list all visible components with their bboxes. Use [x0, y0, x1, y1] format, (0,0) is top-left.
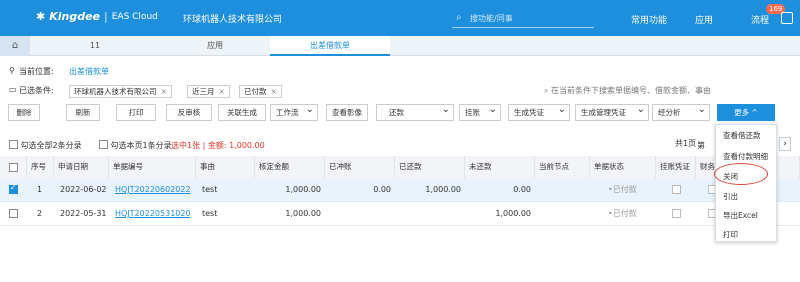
- cell-status: •已付款: [608, 209, 637, 218]
- tab-apps[interactable]: 应用: [170, 36, 260, 56]
- cell-date: 2022-06-02: [60, 185, 107, 194]
- col-no: 序号: [27, 156, 54, 178]
- checkbox[interactable]: [99, 140, 108, 149]
- next-page-button[interactable]: ›: [779, 137, 791, 151]
- col-node: 当前节点: [535, 156, 590, 178]
- close-icon[interactable]: ×: [219, 87, 225, 96]
- tab-count[interactable]: 11: [60, 36, 130, 56]
- filter-chip-status[interactable]: 已付款 ×: [239, 85, 282, 98]
- location-label: 当前位置:: [19, 67, 54, 76]
- cell-offset: [325, 202, 395, 226]
- menu-item-export-excel[interactable]: 导出Excel: [723, 210, 758, 221]
- related-generate-button[interactable]: 关联生成: [218, 104, 266, 121]
- global-search-input[interactable]: ⌕ 搜功能/同事: [452, 8, 594, 28]
- close-icon[interactable]: ×: [161, 87, 167, 96]
- filter-row: ▭ 已选条件: 环球机器人技术有限公司 × 近三月 × 已付款 × ⌕ 在当前条件下搜…: [0, 85, 800, 99]
- menu-icon[interactable]: [781, 12, 793, 24]
- menu-item-view-repayment[interactable]: 查看借还款: [723, 130, 761, 141]
- search-icon: ⌕: [544, 86, 549, 95]
- col-number: 单据编号: [109, 156, 196, 178]
- delete-button[interactable]: 删除: [8, 104, 40, 121]
- cell-no: 1: [37, 185, 43, 194]
- filter-label: 已选条件:: [19, 86, 54, 95]
- col-status: 单据状态: [590, 156, 656, 178]
- search-icon: ⌕: [456, 12, 462, 23]
- col-hold-voucher: 挂账凭证: [656, 156, 696, 178]
- tab-bar: ⌂ 11 应用 出差借款单: [0, 36, 800, 56]
- col-date: 申请日期: [54, 156, 109, 178]
- cell-number-link[interactable]: HQJT20220602022: [111, 178, 191, 202]
- generate-voucher-dropdown[interactable]: 生成凭证: [508, 102, 570, 121]
- selected-summary: 选中1张 | 金额: 1,000.00: [171, 141, 265, 150]
- checkbox[interactable]: [9, 140, 18, 149]
- view-image-button[interactable]: 查看影像: [326, 104, 368, 121]
- cell-amount: 1,000.00: [285, 209, 321, 218]
- hold-voucher-checkbox[interactable]: [672, 209, 681, 218]
- cell-unpaid: 1,000.00: [495, 209, 531, 218]
- menu-item-export[interactable]: 引出: [723, 191, 738, 202]
- tab-travel-loan[interactable]: 出差借款单: [270, 36, 390, 56]
- table-row[interactable]: 2 2022-05-31 HQJT20220531020 test 1,000.…: [0, 202, 800, 226]
- close-icon[interactable]: ×: [271, 87, 277, 96]
- repay-dropdown[interactable]: 还款: [376, 102, 454, 121]
- select-all-checkbox-row[interactable]: 勾选全部2条分录: [9, 140, 82, 151]
- row-checkbox[interactable]: [9, 209, 18, 218]
- checkbox[interactable]: [9, 163, 18, 172]
- location-link[interactable]: 出差借款单: [69, 66, 109, 77]
- header-checkbox-cell: [0, 156, 27, 178]
- home-icon[interactable]: ⌂: [0, 36, 30, 56]
- select-page-checkbox-row[interactable]: 勾选本页1条分录: [99, 140, 172, 151]
- hold-voucher-checkbox[interactable]: [672, 185, 681, 194]
- cell-status: •已付款: [608, 185, 637, 194]
- pager-text: 共1页: [675, 139, 697, 148]
- company-name[interactable]: 环球机器人技术有限公司: [183, 12, 282, 25]
- filter-chip-period[interactable]: 近三月 ×: [187, 85, 230, 98]
- filter-chip-company[interactable]: 环球机器人技术有限公司 ×: [69, 85, 172, 98]
- workflow-dropdown[interactable]: 工作流: [270, 102, 318, 121]
- col-offset: 已冲账: [325, 156, 395, 178]
- highlight-annotation: [714, 163, 768, 185]
- unaudit-button[interactable]: 反审核: [166, 104, 212, 121]
- cell-amount: 1,000.00: [285, 185, 321, 194]
- cell-repaid: [395, 202, 465, 226]
- row-checkbox[interactable]: [9, 183, 18, 194]
- refresh-button[interactable]: 刷新: [66, 104, 100, 121]
- data-table: 序号 申请日期 单据编号 事由 核定金额 已冲账 已还款 未还款 当前节点 单据…: [0, 156, 800, 236]
- location-icon: ⚲: [9, 66, 15, 75]
- nav-workflow[interactable]: 流程: [751, 13, 769, 26]
- menu-item-view-payment-detail[interactable]: 查看付款明细: [723, 151, 768, 162]
- menu-item-print[interactable]: 打印: [723, 229, 738, 240]
- cell-offset: 0.00: [373, 185, 391, 194]
- chevron-up-icon: ^: [751, 108, 758, 117]
- hold-dropdown[interactable]: 挂账: [459, 102, 501, 121]
- product-name: EAS Cloud: [111, 11, 158, 22]
- cell-reason: test: [202, 185, 218, 194]
- print-button[interactable]: 打印: [116, 104, 156, 121]
- filter-icon: ▭: [9, 85, 17, 94]
- col-unpaid: 未还款: [465, 156, 535, 178]
- col-amount: 核定金额: [255, 156, 325, 178]
- brand-name: Kingdee: [49, 10, 101, 23]
- cell-reason: test: [202, 209, 218, 218]
- cell-unpaid: 0.00: [513, 185, 531, 194]
- pager-prefix: 第: [697, 141, 705, 150]
- cell-date: 2022-05-31: [60, 209, 107, 218]
- cell-number-link[interactable]: HQJT20220531020: [111, 202, 191, 226]
- top-bar: ✱ Kingdee | EAS Cloud 环球机器人技术有限公司 ⌕ 搜功能/…: [0, 0, 800, 36]
- kingdee-logo[interactable]: ✱ Kingdee | EAS Cloud: [36, 10, 158, 23]
- col-repaid: 已还款: [395, 156, 465, 178]
- kingdee-icon: ✱: [36, 10, 46, 23]
- cell-repaid: 1,000.00: [425, 185, 461, 194]
- nav-common-functions[interactable]: 常用功能: [631, 13, 667, 26]
- nav-apps[interactable]: 应用: [695, 13, 713, 26]
- analysis-dropdown[interactable]: 经分析: [652, 102, 710, 121]
- more-button[interactable]: 更多 ^: [717, 104, 775, 121]
- table-row[interactable]: 1 2022-06-02 HQJT20220602022 test 1,000.…: [0, 178, 800, 202]
- filter-search-input[interactable]: ⌕ 在当前条件下搜索单据编号、借款金额、事由: [544, 85, 711, 96]
- col-reason: 事由: [196, 156, 255, 178]
- cell-no: 2: [37, 209, 43, 218]
- generate-mgmt-voucher-dropdown[interactable]: 生成管理凭证: [575, 102, 649, 121]
